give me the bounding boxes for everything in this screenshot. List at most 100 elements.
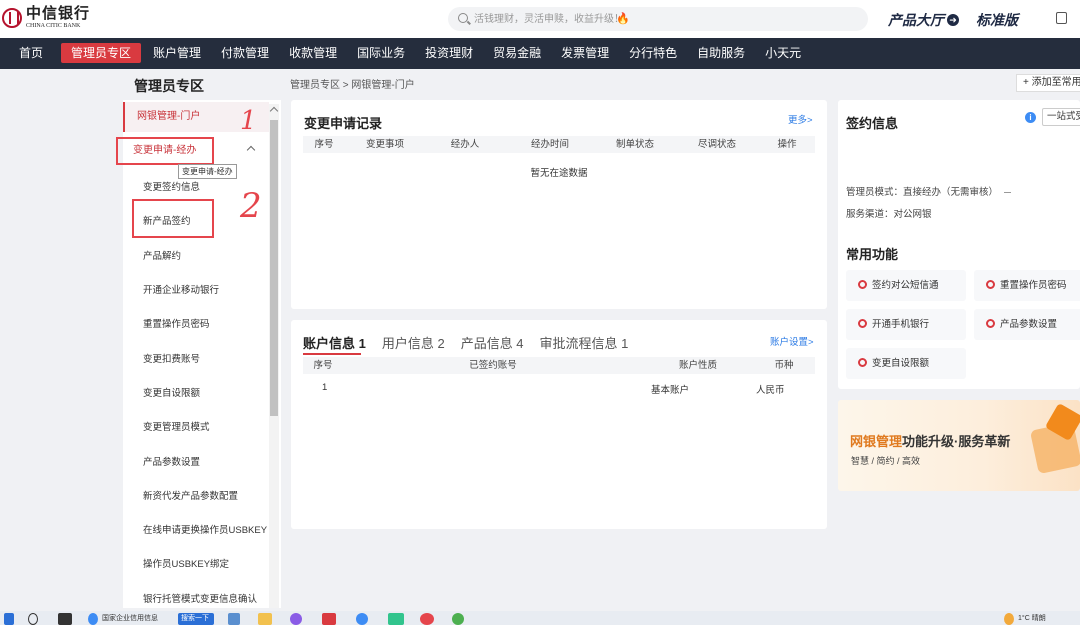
search-icon[interactable] [28, 613, 38, 625]
browser-icon[interactable] [88, 613, 98, 625]
bank-logo[interactable]: 中信银行 CHINA CITIC BANK [2, 6, 90, 29]
function-button-2[interactable]: 开通手机银行 [846, 309, 966, 340]
sign-info-card: 签约信息 i 一站式受理 管理员模式：直接经办（无需审核） 服务渠道：对公网银 … [838, 100, 1080, 389]
function-label: 重置操作员密码 [1000, 280, 1067, 291]
scroll-thumb[interactable] [270, 120, 278, 416]
sidebar-subitem-11[interactable]: 操作员USBKEY绑定 [143, 556, 229, 570]
circle-icon [986, 279, 995, 289]
function-button-0[interactable]: 签约对公短信通 [846, 270, 966, 301]
folder-icon[interactable] [258, 613, 272, 625]
nav-item-9[interactable]: 分行特色 [619, 38, 687, 69]
nav-item-6[interactable]: 投资理财 [415, 38, 483, 69]
service-channel-line: 服务渠道：对公网银 [846, 209, 932, 220]
taskbar-search-label: 搜索一下 [181, 615, 209, 622]
nav-item-0[interactable]: 首页 [0, 38, 61, 69]
search-input[interactable] [474, 11, 844, 27]
nav-item-11[interactable]: 小天元 [755, 38, 811, 69]
column-header: 序号 [313, 360, 333, 371]
start-icon[interactable] [4, 613, 14, 625]
main-nav: 首页 管理员专区 账户管理 付款管理 收款管理 国际业务 投资理财 贸易金融 发票管理 分行特色自… [0, 38, 1080, 69]
banner-title-rest: 功能升级·服务革新 [902, 434, 1011, 449]
column-header: 账户性质 [678, 360, 717, 371]
search-box[interactable]: 🔥 [448, 7, 868, 31]
nav-item-8[interactable]: 发票管理 [551, 38, 619, 69]
fire-icon: 🔥 [616, 13, 630, 25]
nav-item-4[interactable]: 收款管理 [279, 38, 347, 69]
info-icon[interactable]: i [1025, 112, 1036, 123]
tab-0[interactable]: 账户信息 1 [303, 333, 366, 352]
app-icon[interactable] [452, 613, 464, 625]
nav-item-3[interactable]: 付款管理 [211, 38, 279, 69]
accounts-header: 序号 已签约账号 账户性质 币种 [303, 357, 815, 374]
scroll-up-icon[interactable] [269, 106, 279, 116]
more-link[interactable]: 更多> [788, 112, 813, 126]
info-tabs: 账户信息 1 用户信息 2 产品信息 4 审批流程信息 1 [303, 333, 644, 352]
column-header: 经办时间 [530, 139, 569, 150]
account-row-currency: 人民币 [756, 385, 785, 396]
sidebar-subitem-2[interactable]: 产品解约 [143, 248, 181, 262]
tab-2[interactable]: 产品信息 4 [461, 333, 524, 352]
annotation-box-2 [132, 199, 214, 238]
account-settings-link[interactable]: 账户设置> [770, 334, 814, 348]
standard-edition-label: 标准版 [976, 12, 1018, 28]
function-button-4[interactable]: 变更自设限额 [846, 348, 966, 379]
wps-icon[interactable] [322, 613, 336, 625]
column-header: 经办人 [450, 139, 480, 150]
column-header: 制单状态 [615, 139, 654, 150]
os-taskbar: 国家企业信用信息 搜索一下 1°C 晴朗 [0, 611, 1080, 625]
function-button-1[interactable]: 重置操作员密码 [974, 270, 1080, 301]
nav-item-10[interactable]: 自助服务 [687, 38, 755, 69]
sidebar-subitem-3[interactable]: 开通企业移动银行 [143, 282, 219, 296]
app-icon[interactable] [420, 613, 434, 625]
sidebar-subitem-7[interactable]: 变更管理员模式 [143, 419, 210, 433]
admin-mode-line: 管理员模式：直接经办（无需审核） [846, 184, 1012, 198]
nav-item-1[interactable]: 管理员专区 [61, 43, 142, 63]
standard-edition-link[interactable]: 标准版 [976, 10, 1018, 30]
promo-banner[interactable]: 网银管理功能升级·服务革新 智慧 / 简约 / 高效 [838, 400, 1080, 491]
wechat-icon[interactable] [388, 613, 404, 625]
nav-item-5[interactable]: 国际业务 [347, 38, 415, 69]
plus-icon: + [1023, 77, 1029, 88]
add-to-favorites-button[interactable]: + 添加至常用 [1016, 74, 1080, 92]
common-functions-title: 常用功能 [846, 247, 899, 262]
tab-1[interactable]: 用户信息 2 [382, 333, 445, 352]
service-select[interactable]: 一站式受理 [1042, 108, 1080, 126]
sidebar-subitem-5[interactable]: 变更扣费账号 [143, 351, 200, 365]
weather-text: 1°C 晴朗 [1018, 615, 1046, 622]
function-label: 签约对公短信通 [872, 280, 939, 291]
edit-icon[interactable] [1004, 191, 1012, 193]
sidebar-subitem-0[interactable]: 变更签约信息 [143, 179, 200, 193]
account-row-no: 1 [322, 382, 328, 393]
function-label: 开通手机银行 [872, 319, 930, 330]
function-label: 变更自设限额 [872, 358, 930, 369]
taskbar-app-label[interactable]: 国家企业信用信息 [102, 613, 158, 623]
nav-item-7[interactable]: 贸易金融 [483, 38, 551, 69]
sidebar-subitem-10[interactable]: 在线申请更换操作员USBKEY [143, 522, 267, 536]
product-hall-link[interactable]: 产品大厅 ➜ [888, 10, 959, 30]
sidebar-scrollbar[interactable] [269, 104, 279, 608]
arrow-right-icon: ➜ [947, 14, 959, 26]
sidebar-subitem-12[interactable]: 银行托管模式变更信息确认 [143, 591, 257, 605]
logo-name-en: CHINA CITIC BANK [26, 23, 81, 29]
calculator-icon[interactable] [228, 613, 240, 625]
sidebar-subitem-9[interactable]: 新资代发产品参数配置 [143, 488, 238, 502]
account-row-type: 基本账户 [651, 385, 690, 396]
tab-3[interactable]: 审批流程信息 1 [540, 333, 629, 352]
annotation-box-1 [116, 137, 214, 165]
admin-mode-text: 管理员模式：直接经办（无需审核） [846, 187, 999, 198]
document-icon[interactable] [1056, 12, 1067, 24]
annotation-number-1: 1 [240, 106, 257, 136]
function-button-3[interactable]: 产品参数设置 [974, 309, 1080, 340]
sidebar-subitem-4[interactable]: 重置操作员密码 [143, 316, 210, 330]
app-icon[interactable] [58, 613, 72, 625]
app-icon[interactable] [290, 613, 302, 625]
sidebar-subitem-6[interactable]: 变更自设限额 [143, 385, 200, 399]
nav-item-2[interactable]: 账户管理 [143, 38, 211, 69]
change-records-card: 变更申请记录 更多> 序号 变更事项 经办人 经办时间 制单状态 尽调状态 操作 暂无在途数… [291, 100, 827, 309]
column-header: 操作 [777, 139, 797, 150]
app-icon[interactable] [356, 613, 368, 625]
column-header: 币种 [774, 360, 794, 371]
tooltip: 变更申请-经办 [178, 164, 237, 179]
sign-info-title: 签约信息 [846, 116, 899, 131]
sidebar-subitem-8[interactable]: 产品参数设置 [143, 454, 200, 468]
